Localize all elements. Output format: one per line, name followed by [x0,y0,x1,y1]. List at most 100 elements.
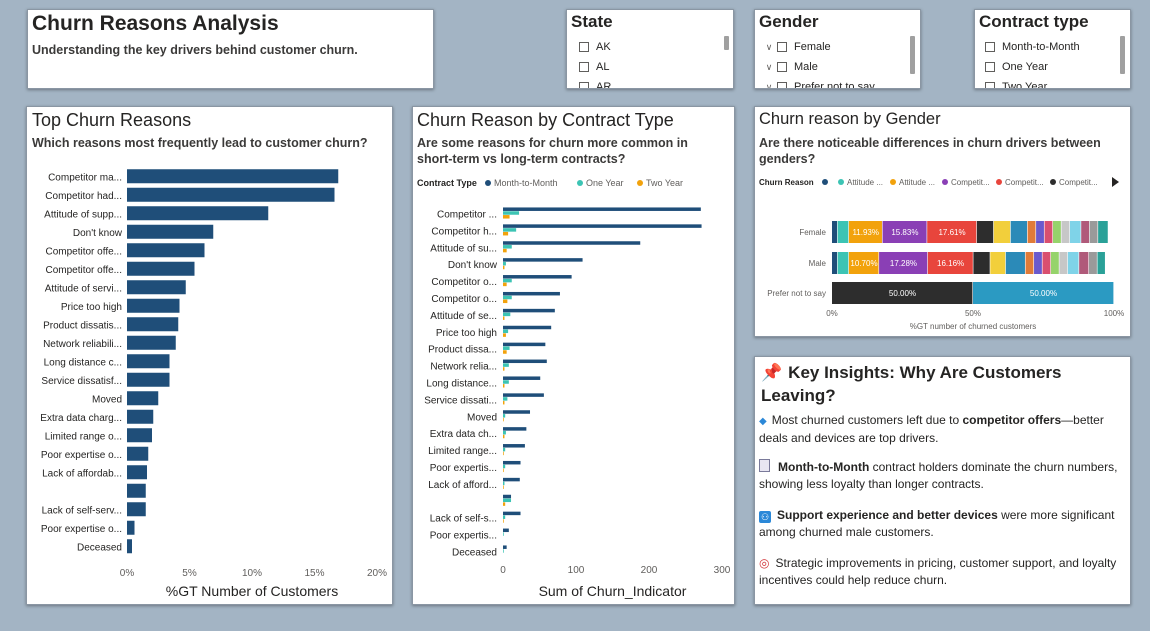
checkbox[interactable] [985,82,995,88]
insight-1: ◆ Most churned customers left due to comp… [759,413,1104,445]
tick-label: 50% [965,309,981,318]
bar [503,549,504,553]
bar [503,224,702,228]
insight-3: ⚇ Support experience and better devices w… [759,508,1115,539]
bar [503,211,520,215]
state-slicer-title: State [571,12,613,31]
state-scrollbar[interactable] [724,36,729,50]
category-label: Lack of self-serv... [42,505,122,516]
bar [503,447,506,452]
legend-marker [822,179,828,185]
checkbox[interactable] [985,62,995,72]
chevron-down-icon[interactable]: ∨ [761,82,777,89]
bar [503,241,641,245]
checkbox[interactable] [777,82,787,88]
page-subtitle: Understanding the key drivers behind cus… [32,43,358,57]
bar [503,228,517,232]
bar [503,346,510,350]
bar [503,282,507,287]
gender-scrollbar[interactable] [910,36,915,74]
bar [503,468,504,473]
axis-label: %GT number of churned customers [910,322,1037,331]
category-label: Competitor o... [431,277,497,288]
legend-item: Attitude ... [899,178,935,187]
category-label: Poor expertis... [430,531,497,542]
category-label: Price too high [436,328,497,339]
clipboard-icon [759,459,770,472]
slicer-item-prefer-not[interactable]: ∨ Prefer not to say [761,78,875,89]
checkbox[interactable] [579,42,589,52]
bar [503,299,508,304]
contract-slicer[interactable]: Contract type Month-to-Month One Year Tw… [974,9,1131,89]
data-label: 16.16% [937,259,964,268]
bar [503,363,509,367]
data-label: 50.00% [1030,289,1057,298]
tick-label: 15% [304,568,324,579]
bar [503,460,521,465]
top-churn-reasons-chart[interactable]: Competitor ma... Competitor had... Attitud… [27,107,392,604]
slicer-item-female[interactable]: ∨ Female [761,38,831,56]
checkbox[interactable] [777,42,787,52]
checkbox[interactable] [777,62,787,72]
bar-segment [1027,221,1036,243]
bar [503,528,509,533]
slicer-item-male[interactable]: ∨ Male [761,58,818,76]
slicer-item-ak[interactable]: AK [579,38,611,56]
bar [503,498,512,503]
slicer-item-al[interactable]: AL [579,58,609,76]
insights-title: Key Insights: Why Are Customers Leaving? [761,363,1062,405]
checkbox[interactable] [579,82,589,88]
category-label: Female [799,228,826,237]
checkbox[interactable] [579,62,589,72]
state-slicer[interactable]: State AK AL AR [566,9,734,89]
gender-slicer[interactable]: Gender ∨ Female ∨ Male ∨ Prefer not to say [754,9,921,89]
gender-chart[interactable]: Churn Reason Attitude ... Attitude ... Comp… [755,107,1130,336]
tick-label: 200 [641,565,658,576]
category-label: Attitude of se... [430,311,497,322]
bar-segment [1050,252,1059,274]
bar-segment [832,221,838,243]
category-label: Poor expertise o... [41,450,122,461]
category-label: Extra data ch... [430,429,497,440]
bar [503,434,505,439]
category-label: Poor expertis... [430,463,497,474]
bar [127,280,186,295]
bar-segment [1010,221,1028,243]
tick-label: 10% [242,568,262,579]
slicer-item-ar[interactable]: AR [579,78,611,88]
category-label: Moved [467,412,497,423]
bar [503,464,506,469]
bar [503,248,507,253]
category-label: Long distance c... [44,357,122,368]
chevron-down-icon[interactable]: ∨ [761,42,777,53]
category-label: Lack of afford... [428,480,497,491]
bar [503,376,541,380]
chevron-down-icon[interactable]: ∨ [761,62,777,73]
checkbox[interactable] [985,42,995,52]
bar [503,485,504,489]
tick-label: 300 [714,565,731,576]
contract-type-chart[interactable]: Contract Type Month-to-Month One Year Two Y… [413,107,734,604]
legend-next-icon [1112,177,1119,187]
category-label: Lack of affordab... [42,468,122,479]
contract-type-card: Churn Reason by Contract Type Are some r… [412,106,735,605]
slicer-item-one-year[interactable]: One Year [985,58,1048,76]
bar-segment [976,221,994,243]
bar [503,333,506,337]
bar-segment [1079,252,1089,274]
contract-scrollbar[interactable] [1120,36,1125,74]
bar [503,316,505,320]
gender-slicer-title: Gender [759,12,819,31]
slicer-item-two-year[interactable]: Two Year [985,78,1047,88]
bar [503,410,531,414]
legend-item: Competit... [1005,178,1044,187]
category-label: Service dissati... [424,395,497,406]
bar-segment [1044,221,1053,243]
category-label: Competitor had... [45,191,122,202]
bar [503,231,509,236]
data-label: 11.93% [852,228,879,237]
bar-segment [1059,252,1068,274]
bar-segment [1069,221,1081,243]
slicer-item-month-to-month[interactable]: Month-to-Month [985,38,1080,56]
person-icon: ⚇ [759,511,771,523]
